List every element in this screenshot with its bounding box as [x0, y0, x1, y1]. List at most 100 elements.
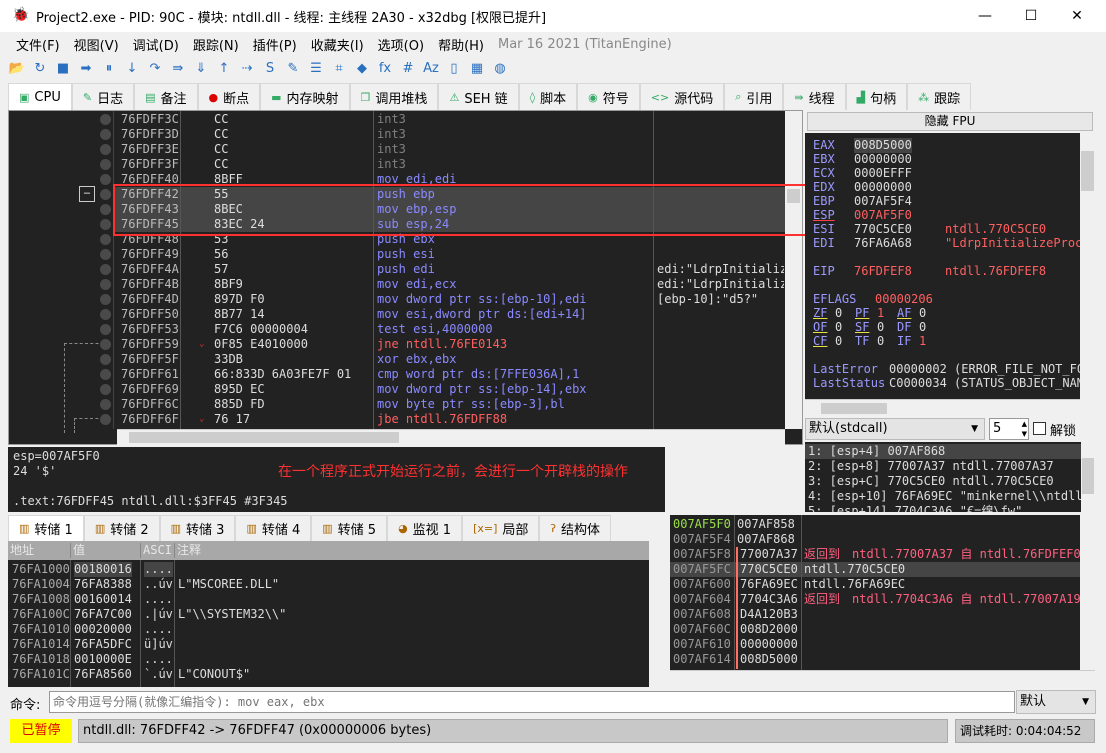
dump-tab[interactable]: ▥ 转储 2 [83, 515, 160, 541]
disasm-instruction[interactable]: push ebp [377, 187, 435, 202]
dump-column-header[interactable]: ASCI [140, 543, 172, 558]
breakpoint-dot-icon[interactable] [100, 309, 111, 320]
collapse-icon[interactable]: − [79, 186, 95, 202]
disasm-address[interactable]: 76FDFF50 [121, 307, 179, 322]
disasm-address[interactable]: 76FDFF4B [121, 277, 179, 292]
disasm-address[interactable]: 76FDFF3D [121, 127, 179, 142]
stack-value[interactable]: 00000000 [740, 637, 798, 652]
register-value[interactable]: 770C5CE0 [854, 222, 912, 237]
stack-address[interactable]: 007AF5F8 [673, 547, 731, 562]
tab-references[interactable]: ⌕ 引用 [724, 83, 784, 110]
disasm-address[interactable]: 76FDFF6F [121, 412, 179, 427]
disasm-instruction[interactable]: test esi,4000000 [377, 322, 493, 337]
stack-view[interactable]: 007AF5F0 007AF858 007AF5F4 007AF868 007AF5F8… [670, 515, 1095, 687]
tab-notes[interactable]: ▤ 备注 [134, 83, 198, 110]
register-value[interactable]: 0000EFFF [854, 166, 912, 181]
calculator-icon[interactable]: ▦ [468, 60, 486, 78]
hash-icon[interactable]: # [399, 60, 417, 78]
eflags-value[interactable]: 00000206 [875, 292, 933, 307]
bookmarks-icon[interactable]: ◆ [353, 60, 371, 78]
disasm-instruction[interactable]: push ebx [377, 232, 435, 247]
disasm-instruction[interactable]: int3 [377, 112, 406, 127]
breakpoint-dot-icon[interactable] [100, 399, 111, 410]
horizontal-scrollbar[interactable] [117, 429, 785, 445]
disasm-instruction[interactable]: mov ebp,esp [377, 202, 456, 217]
stack-scrollbar[interactable] [1080, 515, 1095, 670]
arguments-view[interactable]: 1: [esp+4] 007AF868 2: [esp+8] 77007A37 n… [805, 442, 1081, 512]
register-hscrollbar[interactable] [805, 399, 1080, 416]
flag-value[interactable]: 0 [919, 320, 926, 335]
disasm-instruction[interactable]: int3 [377, 142, 406, 157]
stop-icon[interactable]: ■ [54, 60, 72, 78]
breakpoint-dot-icon[interactable] [100, 189, 111, 200]
stack-value[interactable]: 008D5000 [740, 652, 798, 667]
stack-address[interactable]: 007AF5F4 [673, 532, 731, 547]
dump-tab[interactable]: ▥ 转储 1 [8, 515, 84, 541]
stack-value[interactable]: 007AF858 [737, 517, 795, 532]
stack-address[interactable]: 007AF610 [673, 637, 731, 652]
arguments-scrollbar[interactable] [1081, 442, 1095, 512]
dump-value[interactable]: 00180016 [74, 562, 132, 577]
breakpoint-dot-icon[interactable] [100, 294, 111, 305]
dump-tab[interactable]: ◕ 监视 1 [387, 515, 463, 541]
calling-convention-select[interactable]: 默认(stdcall) ▼ [805, 418, 985, 440]
dump-tab[interactable]: ▥ 转储 4 [235, 515, 312, 541]
register-value[interactable]: 007AF5F0 [854, 208, 912, 223]
register-value[interactable]: 00000000 [854, 152, 912, 167]
flag-value[interactable]: 0 [835, 334, 842, 349]
disasm-instruction[interactable]: mov dword ptr ss:[ebp-14],ebx [377, 382, 587, 397]
menu-item[interactable]: 选项(O) [378, 35, 424, 54]
close-button[interactable]: ✕ [1054, 0, 1100, 32]
disasm-address[interactable]: 76FDFF3E [121, 142, 179, 157]
disasm-instruction[interactable]: push edi [377, 262, 435, 277]
stack-address[interactable]: 007AF5FC [673, 562, 731, 577]
dump-view[interactable]: 地址值 ASCI 注释 76FA1000 00180016.... 76FA1004 76F… [8, 541, 665, 687]
menu-item[interactable]: 帮助(H) [438, 35, 484, 54]
flag-value[interactable]: 0 [835, 306, 842, 321]
tab-script[interactable]: ◊ 脚本 [518, 83, 578, 110]
stack-address[interactable]: 007AF608 [673, 607, 731, 622]
disasm-instruction[interactable]: int3 [377, 127, 406, 142]
vertical-scrollbar[interactable] [785, 111, 802, 429]
flag-value[interactable]: 0 [835, 320, 842, 335]
dump-tab[interactable]: ▥ 转储 3 [159, 515, 236, 541]
breakpoint-dot-icon[interactable] [100, 219, 111, 230]
stack-hscrollbar[interactable] [670, 670, 1095, 687]
breakpoint-dot-icon[interactable] [100, 384, 111, 395]
disasm-instruction[interactable]: int3 [377, 157, 406, 172]
breakpoint-dot-icon[interactable] [100, 339, 111, 350]
disassembly-view[interactable]: − 76FDFF3C CC int3 76FDFF3D CC int3 76FDFF3E CC… [8, 110, 803, 445]
stack-value[interactable]: 7704C3A6 [740, 592, 798, 607]
disasm-address[interactable]: 76FDFF4D [121, 292, 179, 307]
command-mode-select[interactable]: 默认 ▼ [1016, 690, 1096, 714]
disasm-address[interactable]: 76FDFF61 [121, 367, 179, 382]
tab-callstack[interactable]: ❐ 调用堆栈 [349, 83, 439, 110]
disasm-instruction[interactable]: jbe ntdll.76FDFF88 [377, 412, 507, 427]
restart-icon[interactable]: ↻ [31, 60, 49, 78]
dump-scrollbar[interactable] [649, 541, 665, 687]
step-over-icon[interactable]: ↷ [146, 60, 164, 78]
labels-icon[interactable]: ⌗ [330, 60, 348, 78]
command-input[interactable] [49, 691, 1015, 713]
disasm-address[interactable]: 76FDFF43 [121, 202, 179, 217]
breakpoint-dot-icon[interactable] [100, 354, 111, 365]
breakpoint-dot-icon[interactable] [100, 174, 111, 185]
menu-item[interactable]: 收藏夹(I) [311, 35, 364, 54]
scylla-icon[interactable]: S [261, 60, 279, 78]
tab-seh[interactable]: ⚠ SEH 链 [438, 83, 519, 110]
breakpoint-dot-icon[interactable] [100, 159, 111, 170]
trace-over-icon[interactable]: ⇓ [192, 60, 210, 78]
tab-symbols[interactable]: ◉ 符号 [577, 83, 640, 110]
menu-item[interactable]: 视图(V) [74, 35, 119, 54]
spin-arrows-icon[interactable]: ▲ ▼ [1022, 419, 1027, 439]
disasm-address[interactable]: 76FDFF3C [121, 112, 179, 127]
disasm-address[interactable]: 76FDFF3F [121, 157, 179, 172]
disasm-address[interactable]: 76FDFF45 [121, 217, 179, 232]
argument-row[interactable]: 5: [esp+14] 7704C3A6 "€=绵\fw" [808, 504, 1022, 512]
disasm-address[interactable]: 76FDFF42 [121, 187, 179, 202]
tab-breakpoint[interactable]: ● 断点 [197, 83, 261, 110]
dump-value[interactable]: 76FA7C00 [74, 607, 132, 622]
disasm-instruction[interactable]: mov byte ptr ss:[ebp-3],bl [377, 397, 565, 412]
tab-log[interactable]: ✎ 日志 [71, 83, 135, 110]
tab-threads[interactable]: ⇛ 线程 [783, 83, 846, 110]
